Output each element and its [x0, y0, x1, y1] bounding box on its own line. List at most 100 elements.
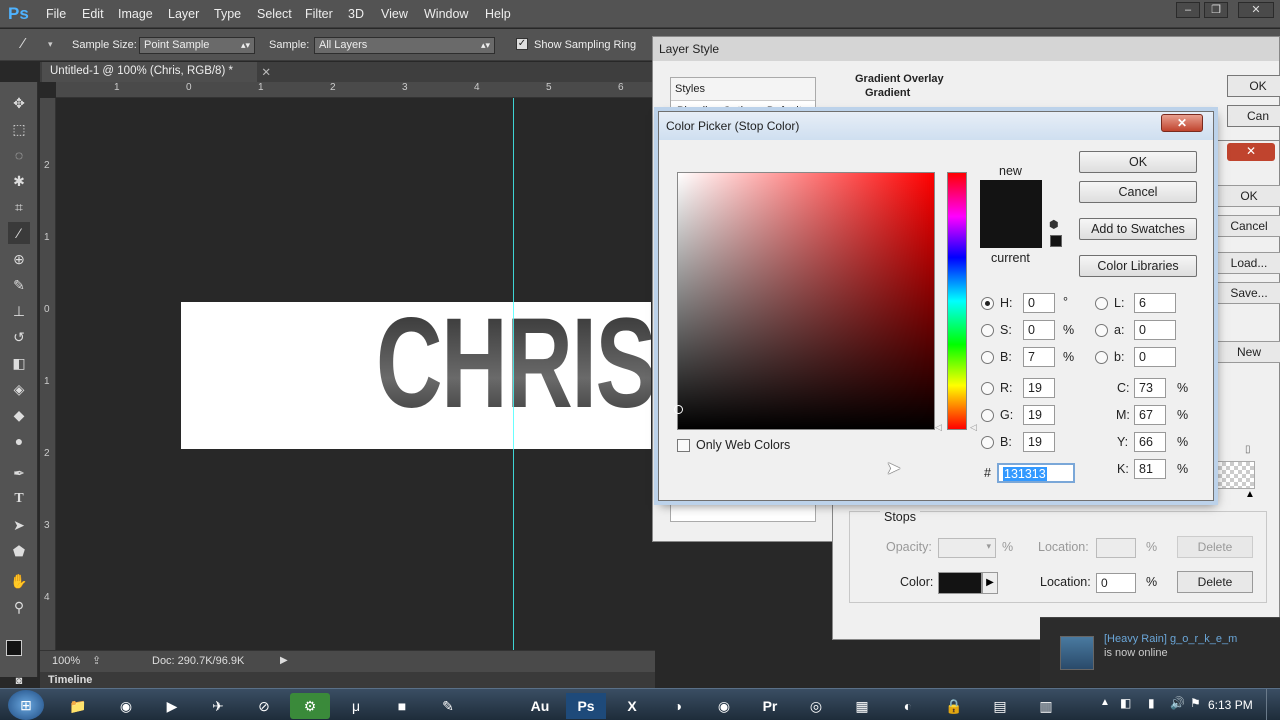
- app-icon[interactable]: ◎: [796, 693, 836, 719]
- app-icon[interactable]: ◐: [888, 693, 928, 719]
- close-icon[interactable]: ✕: [1238, 2, 1274, 18]
- blur-tool-icon[interactable]: ◆: [8, 404, 30, 426]
- m-field[interactable]: 67: [1134, 405, 1166, 425]
- out-of-gamut-cube-icon[interactable]: ⬢: [1049, 218, 1059, 231]
- hue-slider-left-arrow-icon[interactable]: ◁: [935, 422, 942, 433]
- add-to-swatches-button[interactable]: Add to Swatches: [1079, 218, 1197, 240]
- show-sampling-ring-checkbox[interactable]: ✓: [516, 38, 528, 50]
- menu-help[interactable]: Help: [485, 7, 511, 21]
- type-tool-icon[interactable]: T: [8, 488, 30, 510]
- start-button-icon[interactable]: ⊞: [8, 690, 44, 720]
- menu-edit[interactable]: Edit: [82, 7, 104, 21]
- excel-icon[interactable]: X: [612, 693, 652, 719]
- k-field[interactable]: 81: [1134, 459, 1166, 479]
- premiere-icon[interactable]: Pr: [750, 693, 790, 719]
- minecraft-icon[interactable]: ■: [382, 693, 422, 719]
- zoom-tool-icon[interactable]: ⚲: [8, 596, 30, 618]
- brush-tool-icon[interactable]: ✎: [8, 274, 30, 296]
- paint-bucket-tool-icon[interactable]: ◈: [8, 378, 30, 400]
- tray-flag-icon[interactable]: ⚑: [1190, 696, 1201, 710]
- dodge-tool-icon[interactable]: ●: [8, 430, 30, 452]
- volume-icon[interactable]: 🔊: [1170, 696, 1185, 710]
- gradient-save-button[interactable]: Save...: [1217, 282, 1280, 304]
- styles-header[interactable]: Styles: [671, 78, 815, 101]
- s-field[interactable]: 0: [1023, 320, 1055, 340]
- network-icon[interactable]: ▮: [1148, 696, 1155, 710]
- only-web-colors-checkbox[interactable]: [677, 439, 690, 452]
- share-icon[interactable]: ⇪: [92, 654, 101, 667]
- web-safe-swatch-icon[interactable]: [1050, 235, 1062, 247]
- app-icon[interactable]: ✈: [198, 693, 238, 719]
- vertical-guide[interactable]: [513, 98, 514, 650]
- sample-size-select[interactable]: Point Sample ▴▾: [139, 37, 255, 54]
- color-delete-button[interactable]: Delete: [1177, 571, 1253, 593]
- lab-b-radio[interactable]: [1095, 351, 1108, 364]
- utorrent-icon[interactable]: μ: [336, 693, 376, 719]
- r-radio[interactable]: [981, 382, 994, 395]
- app-icon[interactable]: ▥: [1026, 693, 1066, 719]
- steam-icon[interactable]: ⚙: [290, 693, 330, 719]
- y-field[interactable]: 66: [1134, 432, 1166, 452]
- marquee-tool-icon[interactable]: ⬚: [8, 118, 30, 140]
- layer-style-ok-button[interactable]: OK: [1227, 75, 1280, 97]
- move-tool-icon[interactable]: ✥: [8, 92, 30, 114]
- menu-select[interactable]: Select: [257, 7, 292, 21]
- stop-color-swatch[interactable]: [938, 572, 982, 594]
- audition-icon[interactable]: Au: [520, 693, 560, 719]
- explorer-icon[interactable]: 📁: [58, 693, 98, 719]
- picker-ok-button[interactable]: OK: [1079, 151, 1197, 173]
- menu-filter[interactable]: Filter: [305, 7, 333, 21]
- sample-select[interactable]: All Layers ▴▾: [314, 37, 495, 54]
- l-field[interactable]: 6: [1134, 293, 1176, 313]
- menu-type[interactable]: Type: [214, 7, 241, 21]
- eyedropper-tool-icon[interactable]: ⁄: [8, 222, 30, 244]
- g-radio[interactable]: [981, 409, 994, 422]
- shape-tool-icon[interactable]: ⬟: [8, 540, 30, 562]
- gradient-load-button[interactable]: Load...: [1217, 252, 1280, 274]
- document-canvas[interactable]: CHRIS: [181, 302, 651, 449]
- clock[interactable]: 6:13 PM: [1208, 698, 1253, 712]
- r-field[interactable]: 19: [1023, 378, 1055, 398]
- restore-icon[interactable]: ❐: [1204, 2, 1228, 18]
- h-field[interactable]: 0: [1023, 293, 1055, 313]
- color-location-field[interactable]: 0: [1096, 573, 1136, 593]
- picker-cancel-button[interactable]: Cancel: [1079, 181, 1197, 203]
- pen-tool-icon[interactable]: ✒: [8, 462, 30, 484]
- eyedropper-tool-icon[interactable]: ⁄: [22, 35, 44, 55]
- c-field[interactable]: 73: [1134, 378, 1166, 398]
- gradient-new-button[interactable]: New: [1217, 341, 1280, 363]
- opacity-stop-icon[interactable]: ▯: [1245, 444, 1251, 455]
- zoom-level[interactable]: 100%: [52, 655, 80, 667]
- close-icon[interactable]: ✕: [1161, 114, 1203, 132]
- lasso-tool-icon[interactable]: ◌: [8, 144, 30, 166]
- media-player-icon[interactable]: ▶: [152, 693, 192, 719]
- menu-window[interactable]: Window: [424, 7, 468, 21]
- friend-online-notification[interactable]: [Heavy Rain] g_o_r_k_e_m is now online: [1040, 617, 1280, 687]
- s-radio[interactable]: [981, 324, 994, 337]
- color-libraries-button[interactable]: Color Libraries: [1079, 255, 1197, 277]
- timeline-panel-tab[interactable]: Timeline: [40, 672, 655, 688]
- menu-file[interactable]: File: [46, 7, 66, 21]
- clone-stamp-tool-icon[interactable]: ⊥: [8, 300, 30, 322]
- app-icon[interactable]: ▦: [842, 693, 882, 719]
- chrome-icon[interactable]: ◉: [106, 693, 146, 719]
- hand-tool-icon[interactable]: ✋: [8, 570, 30, 592]
- b-radio[interactable]: [981, 351, 994, 364]
- menu-layer[interactable]: Layer: [168, 7, 199, 21]
- tool-preset-arrow-icon[interactable]: ▾: [48, 39, 53, 50]
- history-brush-tool-icon[interactable]: ↺: [8, 326, 30, 348]
- color-field[interactable]: [674, 172, 935, 430]
- minimize-icon[interactable]: –: [1176, 2, 1200, 18]
- play-icon[interactable]: ▶: [982, 572, 998, 594]
- eraser-tool-icon[interactable]: ◧: [8, 352, 30, 374]
- show-desktop-button[interactable]: [1266, 689, 1280, 720]
- color-field-cursor[interactable]: [674, 405, 683, 414]
- photoshop-taskbar-icon[interactable]: Ps: [566, 693, 606, 719]
- hue-slider-right-arrow-icon[interactable]: ◁: [970, 422, 977, 433]
- lab-b-field[interactable]: 0: [1134, 347, 1176, 367]
- g-field[interactable]: 19: [1023, 405, 1055, 425]
- app-icon[interactable]: ▤: [980, 693, 1020, 719]
- magic-wand-tool-icon[interactable]: ✱: [8, 170, 30, 192]
- gradient-preview-bar[interactable]: [1217, 461, 1255, 489]
- h-radio[interactable]: [981, 297, 994, 310]
